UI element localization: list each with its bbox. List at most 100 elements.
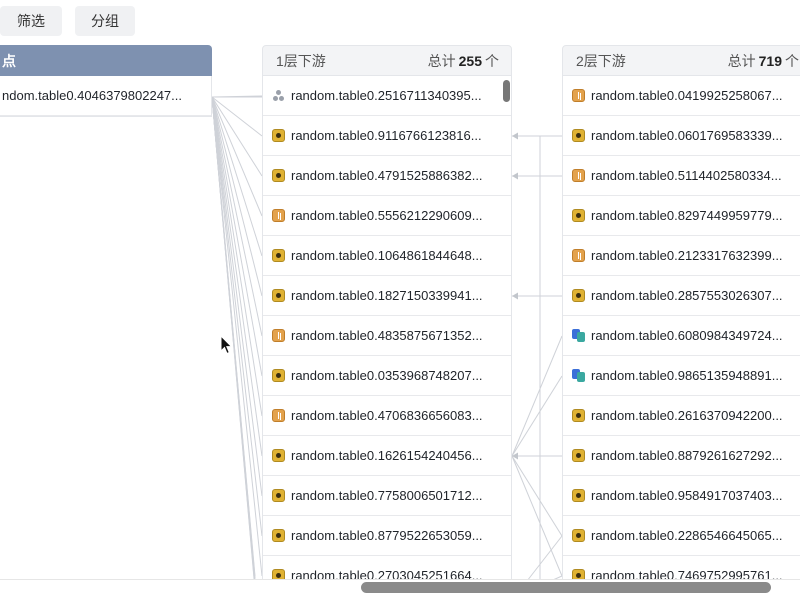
edge-arrow-icon — [512, 292, 518, 300]
table-gold-icon — [272, 249, 285, 262]
layer1-column-title: 1层下游 — [276, 52, 326, 69]
source-node[interactable]: ndom.table0.4046379802247... — [0, 76, 211, 116]
layer1-node-label: random.table0.7758006501712... — [291, 488, 483, 503]
layer1-node[interactable]: random.table0.0353968748207... — [263, 356, 511, 396]
layer2-total-count: 719 — [758, 52, 782, 69]
table-orange-icon — [572, 249, 585, 262]
layer2-node-label: random.table0.8879261627292... — [591, 448, 783, 463]
layer2-node[interactable]: random.table0.8297449959779... — [563, 196, 800, 236]
layer2-node-list: random.table0.0419925258067... random.tab… — [562, 76, 800, 596]
group-button[interactable]: 分组 — [75, 6, 135, 36]
layer1-node-label: random.table0.4835875671352... — [291, 328, 483, 343]
layer2-node-label: random.table0.2286546645065... — [591, 528, 783, 543]
layer2-column-title: 2层下游 — [576, 52, 626, 69]
layer1-node[interactable]: random.table0.2516711340395... — [263, 76, 511, 116]
layer1-node-label: random.table0.2516711340395... — [291, 88, 482, 103]
layer1-node[interactable]: random.table0.9116766123816... — [263, 116, 511, 156]
layer2-node[interactable]: random.table0.8879261627292... — [563, 436, 800, 476]
layer2-node-label: random.table0.9865135948891... — [591, 368, 783, 383]
layer2-node[interactable]: random.table0.2857553026307... — [563, 276, 800, 316]
layer2-total-unit: 个 — [785, 52, 799, 69]
table-gold-icon — [572, 529, 585, 542]
layer1-column: 1层下游 总计 255 个 random.table0.2516711340395.… — [262, 45, 512, 596]
layer1-node[interactable]: random.table0.1827150339941... — [263, 276, 511, 316]
lineage-edge — [211, 96, 263, 217]
layer2-node[interactable]: random.table0.6080984349724... — [563, 316, 800, 356]
lineage-edge — [511, 375, 563, 457]
layer2-node-label: random.table0.2123317632399... — [591, 248, 783, 263]
lineage-edge — [511, 455, 563, 577]
layer2-column: 2层下游 总计 719 个 random.table0.0419925258067.… — [562, 45, 800, 596]
lineage-edge — [211, 96, 263, 137]
layer2-node[interactable]: random.table0.0419925258067... — [563, 76, 800, 116]
lineage-edge — [211, 96, 263, 417]
lineage-edge — [211, 96, 263, 337]
layer2-node-label: random.table0.0419925258067... — [591, 88, 783, 103]
layer1-node-label: random.table0.1626154240456... — [291, 448, 483, 463]
source-column: 点 ndom.table0.4046379802247... — [0, 45, 212, 117]
layer2-column-header: 2层下游 总计 719 个 — [562, 45, 800, 76]
source-node-label: ndom.table0.4046379802247... — [2, 88, 182, 103]
layer1-node[interactable]: random.table0.5556212290609... — [263, 196, 511, 236]
horizontal-scrollbar-thumb[interactable] — [361, 582, 771, 593]
layer2-node[interactable]: random.table0.0601769583339... — [563, 116, 800, 156]
table-orange-icon — [572, 89, 585, 102]
layer2-node-label: random.table0.0601769583339... — [591, 128, 783, 143]
edge-arrow-icon — [512, 132, 518, 140]
layer1-node[interactable]: random.table0.1626154240456... — [263, 436, 511, 476]
layer1-total-prefix: 总计 — [427, 52, 456, 69]
layer1-node[interactable]: random.table0.8779522653059... — [263, 516, 511, 556]
cluster-icon — [272, 89, 285, 102]
layer2-node[interactable]: random.table0.9865135948891... — [563, 356, 800, 396]
table-gold-icon — [272, 489, 285, 502]
layer1-node-label: random.table0.4706836656083... — [291, 408, 483, 423]
layer2-node[interactable]: random.table0.2286546645065... — [563, 516, 800, 556]
table-gold-icon — [272, 369, 285, 382]
layer1-node[interactable]: random.table0.4835875671352... — [263, 316, 511, 356]
layer2-node[interactable]: random.table0.9584917037403... — [563, 476, 800, 516]
table-gold-icon — [572, 409, 585, 422]
table-gold-icon — [572, 129, 585, 142]
layer1-node[interactable]: random.table0.4706836656083... — [263, 396, 511, 436]
layer2-node[interactable]: random.table0.2616370942200... — [563, 396, 800, 436]
layer2-node-label: random.table0.2616370942200... — [591, 408, 783, 423]
layer2-node[interactable]: random.table0.2123317632399... — [563, 236, 800, 276]
layer1-node-label: random.table0.8779522653059... — [291, 528, 483, 543]
lineage-edge — [511, 335, 563, 457]
layer1-node-list: random.table0.2516711340395... random.tab… — [262, 76, 512, 596]
layer1-node[interactable]: random.table0.7758006501712... — [263, 476, 511, 516]
table-orange-icon — [272, 209, 285, 222]
layer2-node-label: random.table0.6080984349724... — [591, 328, 783, 343]
edge-arrow-icon — [512, 172, 518, 180]
table-orange-icon — [272, 409, 285, 422]
layer1-node-label: random.table0.0353968748207... — [291, 368, 483, 383]
lineage-edge — [211, 96, 263, 297]
table-blue-icon — [572, 329, 585, 342]
table-orange-icon — [572, 169, 585, 182]
table-gold-icon — [572, 449, 585, 462]
filter-button[interactable]: 筛选 — [0, 6, 62, 36]
layer1-total: 总计 255 个 — [428, 51, 499, 71]
layer2-node-label: random.table0.2857553026307... — [591, 288, 783, 303]
layer2-node-label: random.table0.5114402580334... — [591, 168, 782, 183]
layer1-node[interactable]: random.table0.4791525886382... — [263, 156, 511, 196]
table-gold-icon — [572, 209, 585, 222]
layer1-node-label: random.table0.1827150339941... — [291, 288, 483, 303]
layer1-node[interactable]: random.table0.1064861844648... — [263, 236, 511, 276]
lineage-edge — [511, 455, 563, 537]
table-gold-icon — [272, 289, 285, 302]
table-gold-icon — [572, 289, 585, 302]
layer1-vertical-scrollbar[interactable] — [503, 80, 510, 102]
layer2-node-label: random.table0.8297449959779... — [591, 208, 783, 223]
source-column-title: 点 — [2, 52, 16, 69]
table-blue-icon — [572, 369, 585, 382]
layer1-total-unit: 个 — [485, 52, 499, 69]
table-gold-icon — [572, 489, 585, 502]
layer1-node-label: random.table0.5556212290609... — [291, 208, 483, 223]
lineage-edge — [211, 96, 263, 537]
layer1-total-count: 255 — [458, 52, 482, 69]
layer2-node[interactable]: random.table0.5114402580334... — [563, 156, 800, 196]
lineage-edge — [211, 96, 263, 257]
table-gold-icon — [272, 169, 285, 182]
source-column-header: 点 — [0, 45, 212, 76]
